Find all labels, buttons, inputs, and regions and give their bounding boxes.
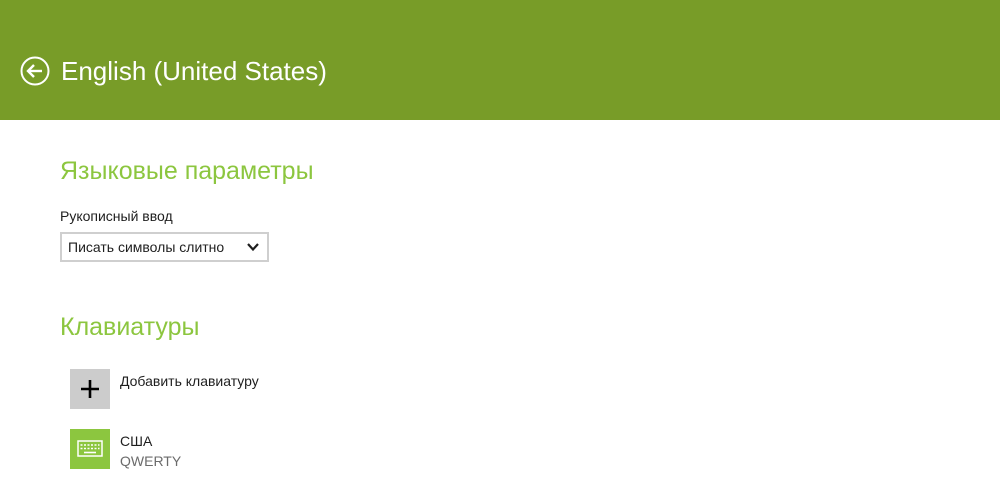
add-keyboard-button[interactable]: Добавить клавиатуру — [70, 369, 370, 411]
header-bar: English (United States) — [0, 0, 1000, 120]
handwriting-dropdown-value: Писать символы слитно — [68, 239, 225, 255]
chevron-down-icon — [247, 242, 259, 252]
keyboards-heading: Клавиатуры — [60, 313, 200, 341]
keyboard-layout: QWERTY — [120, 453, 182, 469]
back-button[interactable] — [20, 56, 50, 86]
keyboard-icon — [70, 429, 110, 469]
back-arrow-icon — [20, 56, 50, 86]
keyboard-name: США — [120, 433, 153, 449]
page-title: English (United States) — [61, 56, 327, 86]
add-keyboard-label: Добавить клавиатуру — [120, 373, 259, 389]
handwriting-label: Рукописный ввод — [60, 208, 173, 224]
handwriting-dropdown[interactable]: Писать символы слитно — [60, 232, 269, 262]
keyboard-item-us[interactable]: США QWERTY — [70, 429, 370, 471]
language-options-heading: Языковые параметры — [60, 157, 314, 185]
plus-icon — [70, 369, 110, 409]
